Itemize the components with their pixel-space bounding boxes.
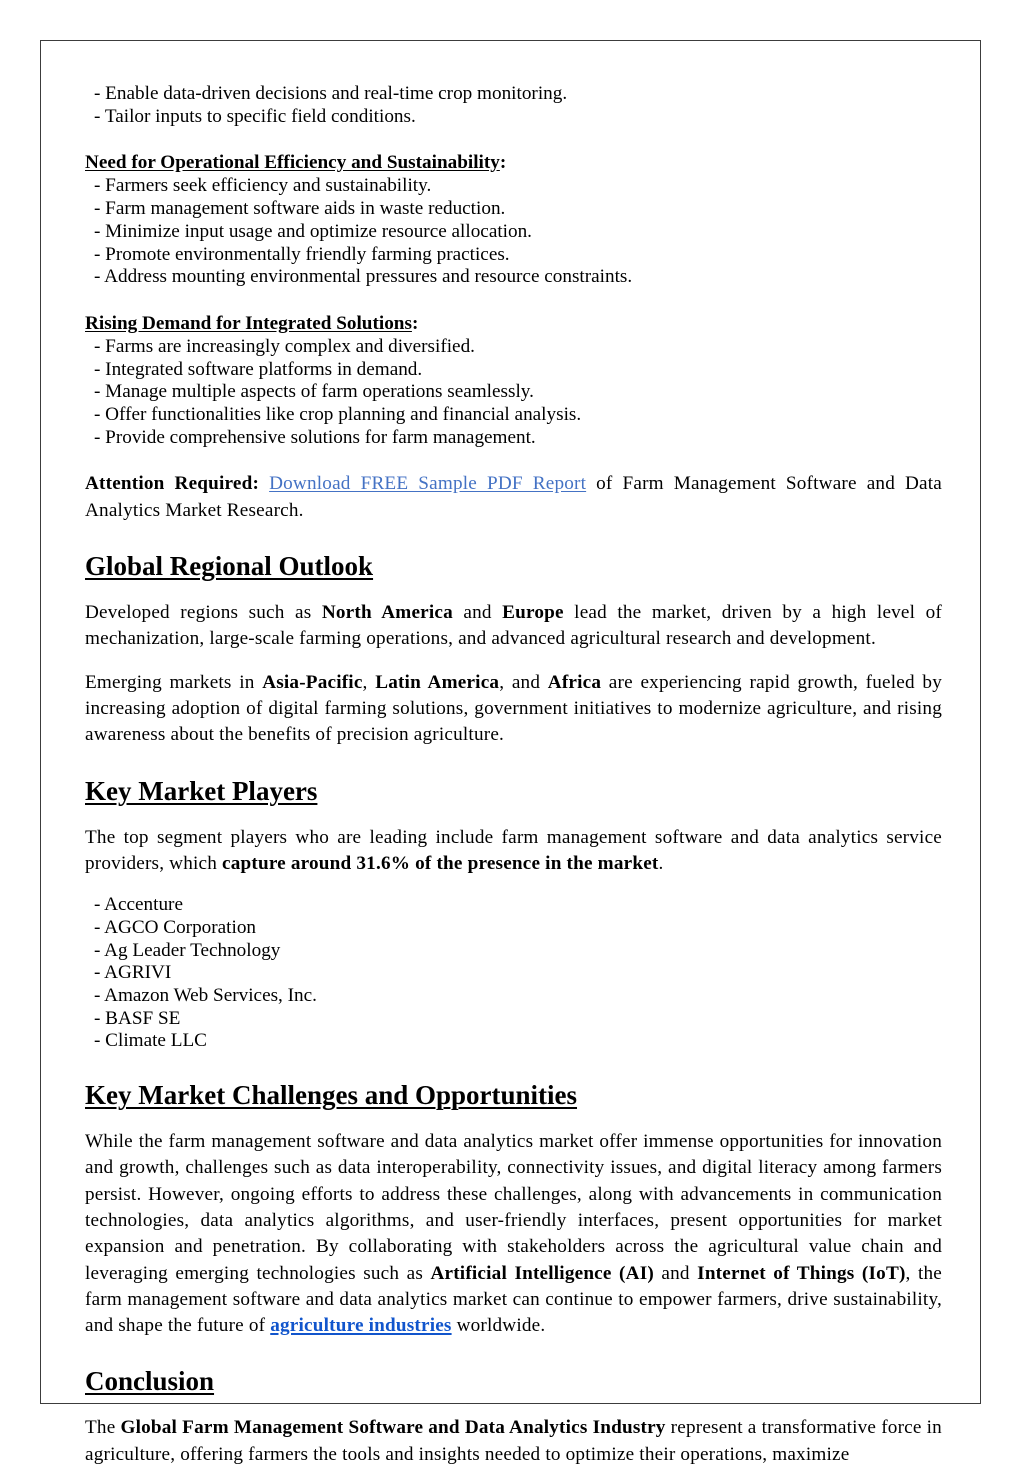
list-item: - Enable data-driven decisions and real-… — [94, 83, 568, 104]
list-item: - Minimize input usage and optimize reso… — [94, 220, 532, 242]
section-heading-text: Key Market Players — [85, 775, 318, 806]
conclusion-paragraph: The Global Farm Management Software and … — [85, 1415, 942, 1468]
list-item: - Farms are increasingly complex and div… — [94, 335, 475, 357]
list-item: - Address mounting environmental pressur… — [94, 266, 633, 288]
key-players-list: - Accenture - AGCO Corporation - Ag Lead… — [85, 894, 942, 1053]
text-run: and — [452, 602, 503, 624]
attention-label: Attention Required: — [85, 473, 260, 495]
regional-paragraph-1: Developed regions such as North America … — [85, 600, 942, 653]
integrated-bullets-list: - Farms are increasingly complex and div… — [85, 336, 942, 450]
emphasis-market-share: capture around 31.6% of the presence in … — [222, 852, 659, 874]
subheading-colon: : — [411, 312, 419, 334]
list-item: - AGRIVI — [94, 962, 172, 984]
list-item: - Farm management software aids in waste… — [94, 198, 506, 220]
agriculture-industries-link[interactable]: agriculture industries — [270, 1315, 451, 1336]
list-item: - Tailor inputs to specific field condit… — [94, 105, 416, 127]
section-heading-text: Conclusion — [85, 1366, 215, 1397]
list-item: - Manage multiple aspects of farm operat… — [94, 381, 534, 403]
list-item: - BASF SE — [94, 1007, 181, 1029]
section-heading-key-market-players: Key Market Players — [85, 774, 942, 808]
emphasis-industry-name: Global Farm Management Software and Data… — [120, 1417, 666, 1439]
emphasis-asia-pacific: Asia-Pacific — [262, 671, 363, 693]
subheading-text: Rising Demand for Integrated Solutions — [85, 312, 412, 334]
text-run: Developed regions such as — [85, 602, 322, 624]
subheading-integrated-solutions: Rising Demand for Integrated Solutions: — [85, 311, 942, 336]
list-item: - Amazon Web Services, Inc. — [94, 984, 317, 1006]
list-item: - Farmers seek efficiency and sustainabi… — [94, 175, 432, 197]
list-item: - Provide comprehensive solutions for fa… — [94, 426, 536, 448]
section-heading-global-regional-outlook: Global Regional Outlook — [85, 549, 942, 583]
section-heading-conclusion: Conclusion — [85, 1364, 942, 1398]
emphasis-europe: Europe — [502, 602, 564, 624]
text-run: , — [362, 671, 376, 693]
subheading-operational-efficiency: Need for Operational Efficiency and Sust… — [85, 150, 942, 175]
regional-paragraph-2: Emerging markets in Asia-Pacific, Latin … — [85, 670, 942, 749]
players-intro-paragraph: The top segment players who are leading … — [85, 825, 942, 878]
list-item: - Integrated software platforms in deman… — [94, 358, 423, 380]
download-sample-pdf-link[interactable]: Download FREE Sample PDF Report — [269, 473, 586, 494]
text-run: and — [653, 1262, 698, 1284]
text-run: , and — [499, 671, 548, 693]
emphasis-africa: Africa — [547, 671, 602, 693]
text-run: worldwide. — [451, 1315, 546, 1337]
list-item: - Climate LLC — [94, 1030, 207, 1052]
emphasis-internet-of-things: Internet of Things (IoT) — [697, 1262, 906, 1284]
section-heading-text: Global Regional Outlook — [85, 551, 374, 582]
list-item: - Ag Leader Technology — [94, 939, 281, 961]
list-item: - Offer functionalities like crop planni… — [94, 404, 582, 426]
document-content: - Enable data-driven decisions and real-… — [85, 83, 942, 1468]
text-run: The — [85, 1417, 121, 1439]
subheading-text: Need for Operational Efficiency and Sust… — [85, 152, 500, 174]
subheading-colon: : — [499, 152, 507, 174]
list-item: - AGCO Corporation — [94, 916, 257, 938]
list-item: - Promote environmentally friendly farmi… — [94, 243, 510, 265]
efficiency-bullets-list: - Farmers seek efficiency and sustainabi… — [85, 175, 942, 289]
text-run: . — [658, 852, 664, 874]
emphasis-latin-america: Latin America — [375, 671, 500, 693]
emphasis-north-america: North America — [321, 602, 453, 624]
challenges-paragraph: While the farm management software and d… — [85, 1129, 942, 1339]
section-heading-text: Key Market Challenges and Opportunities — [85, 1080, 578, 1111]
text-run: Emerging markets in — [85, 671, 263, 693]
section-heading-key-market-challenges: Key Market Challenges and Opportunities — [85, 1078, 942, 1112]
emphasis-artificial-intelligence: Artificial Intelligence (AI) — [430, 1262, 654, 1284]
document-page: - Enable data-driven decisions and real-… — [40, 40, 981, 1465]
top-bullets-list: - Enable data-driven decisions and real-… — [85, 83, 942, 128]
text-run: While the farm management software and d… — [85, 1131, 942, 1284]
list-item: - Accenture — [94, 894, 183, 916]
attention-required-paragraph: Attention Required: Download FREE Sample… — [85, 471, 942, 524]
